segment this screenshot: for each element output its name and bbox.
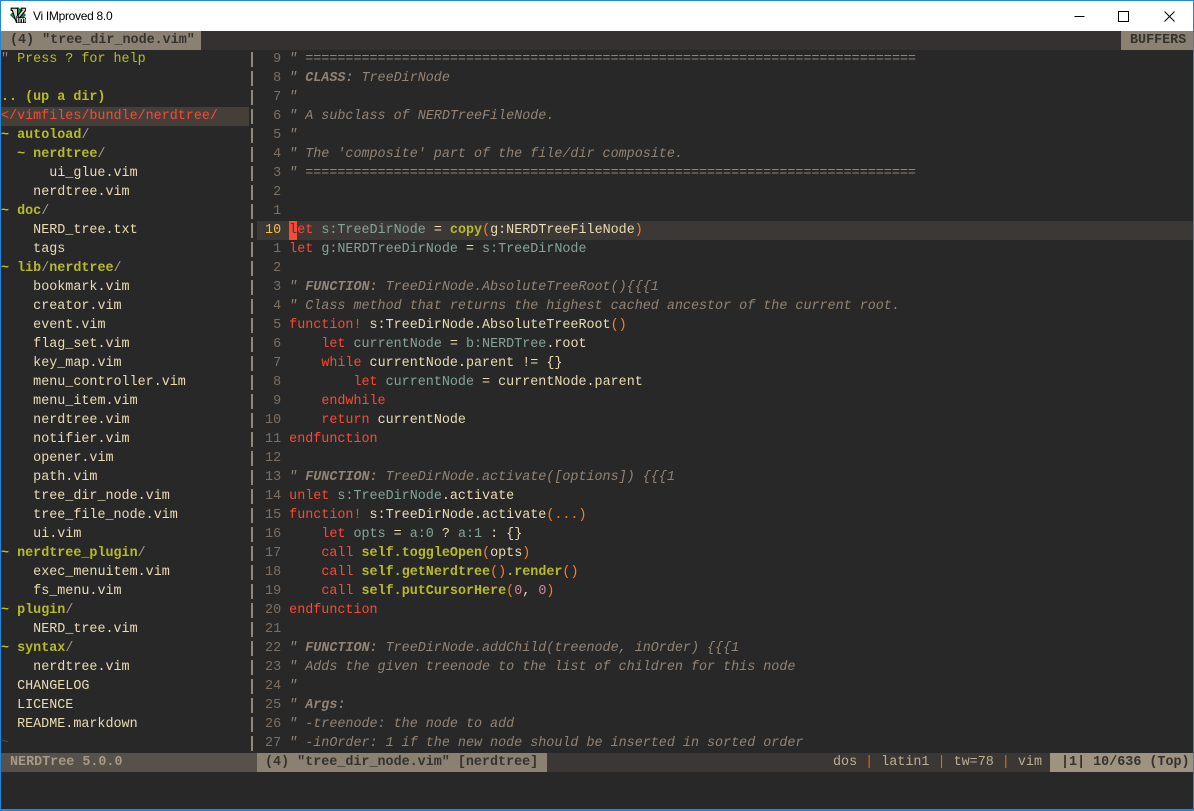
svg-text:im: im [17, 15, 26, 23]
